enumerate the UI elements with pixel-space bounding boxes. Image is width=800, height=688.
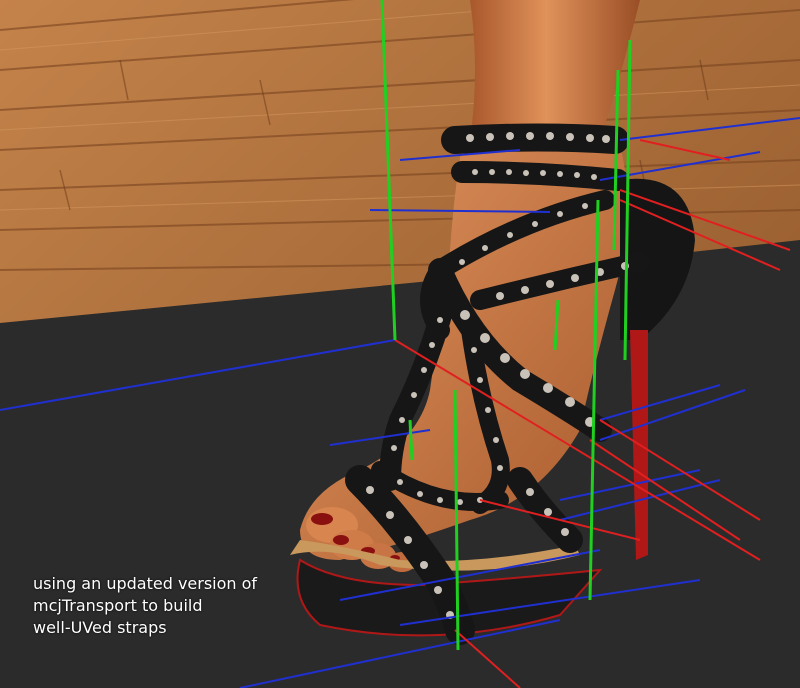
toenail <box>311 513 333 525</box>
caption-line: mcjTransport to build <box>33 596 203 615</box>
caption-line: using an updated version of <box>33 574 258 593</box>
caption-line: well-UVed straps <box>33 618 167 637</box>
toenail <box>333 535 349 545</box>
caption: using an updated version of mcjTransport… <box>33 573 257 639</box>
